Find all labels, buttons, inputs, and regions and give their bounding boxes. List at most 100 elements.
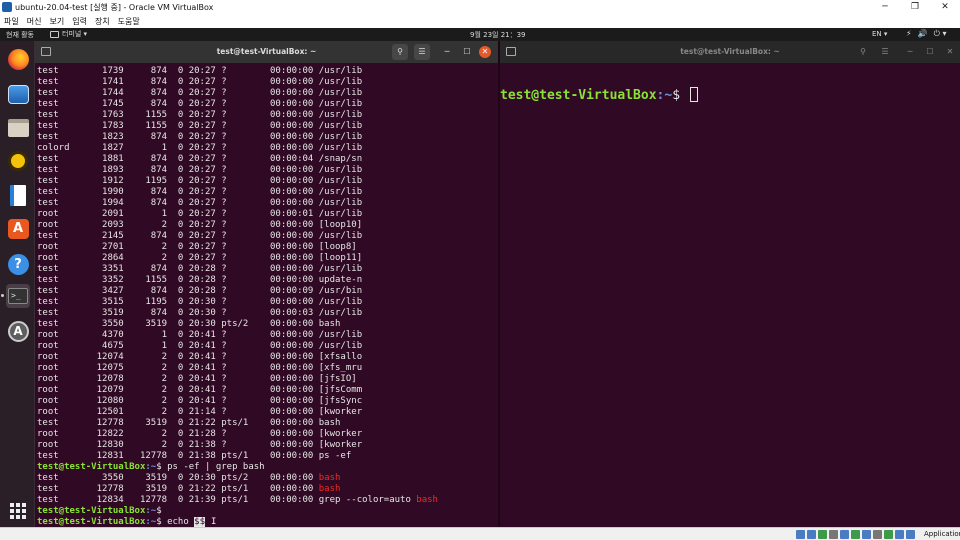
prompt-sign: $ bbox=[156, 462, 168, 472]
close-button[interactable]: ✕ bbox=[942, 44, 958, 60]
ps-output-row: test 12778 3519 0 21:22 pts/1 00:00:00 b… bbox=[37, 418, 341, 428]
gnome-top-bar: 현재 활동 터미널 ▾ 9월 23일 21：39 EN ▾ ⚡ 🔊 ⏻ ▾ bbox=[0, 28, 960, 41]
ps-output-row: test 1823 874 0 20:27 ? 00:00:00 /usr/li… bbox=[37, 132, 363, 142]
hamburger-menu-icon[interactable]: ☰ bbox=[877, 44, 893, 60]
updater-icon[interactable]: A bbox=[6, 319, 30, 343]
ps-output-row: test 1744 874 0 20:27 ? 00:00:00 /usr/li… bbox=[37, 88, 363, 98]
ps-output-row: root 2701 2 0 20:27 ? 00:00:00 [loop8] bbox=[37, 242, 357, 252]
power-icon: ⏻ ▾ bbox=[933, 29, 947, 38]
right-terminal-output[interactable]: test@test-VirtualBox:~$ bbox=[500, 65, 960, 527]
minimize-button[interactable]: ─ bbox=[902, 44, 918, 60]
hamburger-menu-icon[interactable]: ☰ bbox=[414, 44, 430, 60]
terminal-small-icon bbox=[50, 30, 59, 38]
grep-row-text: test 12778 3519 0 21:22 pts/1 00:00:00 bbox=[37, 484, 319, 494]
optical-icon bbox=[807, 530, 816, 539]
maximize-button[interactable]: ☐ bbox=[922, 44, 938, 60]
device-status-icons[interactable] bbox=[796, 530, 915, 539]
ps-output-row: test 12831 12778 0 21:38 pts/1 00:00:00 … bbox=[37, 451, 352, 461]
prompt-path: :~ bbox=[656, 88, 673, 103]
show-apps-icon[interactable] bbox=[6, 499, 30, 523]
menu-help[interactable]: 도움말 bbox=[118, 16, 140, 27]
vbox-statusbar: Application bbox=[0, 527, 960, 540]
usb-icon bbox=[840, 530, 849, 539]
left-terminal-output[interactable]: test 1739 874 0 20:27 ? 00:00:00 /usr/li… bbox=[37, 66, 492, 527]
mouse-integration-icon bbox=[884, 530, 893, 539]
grep-output-row: test 3550 3519 0 20:30 pts/2 00:00:00 ba… bbox=[37, 473, 492, 484]
window-title: ubuntu-20.04-test [실행 중] - Oracle VM Vir… bbox=[15, 2, 214, 12]
grep-row-text: test 3550 3519 0 20:30 pts/2 00:00:00 bbox=[37, 473, 319, 483]
menu-input[interactable]: 입력 bbox=[72, 16, 87, 27]
prompt-sign: $ bbox=[672, 88, 688, 103]
close-button[interactable]: ✕ bbox=[479, 46, 491, 58]
audio-icon bbox=[818, 530, 827, 539]
menu-machine[interactable]: 머신 bbox=[27, 16, 42, 27]
window-close-button[interactable]: ✕ bbox=[930, 0, 960, 14]
ps-output-row: test 1881 874 0 20:27 ? 00:00:04 /snap/s… bbox=[37, 154, 363, 164]
ps-output-row: test 3352 1155 0 20:28 ? 00:00:00 update… bbox=[37, 275, 363, 285]
menu-file[interactable]: 파일 bbox=[4, 16, 19, 27]
display-icon bbox=[862, 530, 871, 539]
network-status-icon bbox=[829, 530, 838, 539]
app-menu-label: 터미널 ▾ bbox=[62, 30, 88, 38]
window-maximize-button[interactable]: ❐ bbox=[900, 0, 930, 14]
system-tray[interactable]: ⚡ 🔊 ⏻ ▾ bbox=[906, 29, 946, 39]
ps-output-row: root 12822 2 0 21:28 ? 00:00:00 [kworker bbox=[37, 429, 363, 439]
app-menu[interactable]: 터미널 ▾ bbox=[50, 29, 87, 39]
ps-output-row: root 2093 2 0 20:27 ? 00:00:00 [loop10] bbox=[37, 220, 363, 230]
ps-output-row: test 1994 874 0 20:27 ? 00:00:00 /usr/li… bbox=[37, 198, 363, 208]
hdd-icon bbox=[796, 530, 805, 539]
terminal-icon[interactable]: >_ bbox=[1, 284, 30, 308]
firefox-icon[interactable] bbox=[6, 47, 30, 71]
minimize-button[interactable]: ─ bbox=[439, 44, 455, 60]
command-text: ps -ef | grep bash bbox=[167, 462, 265, 472]
grep-output-row: test 12778 3519 0 21:22 pts/1 00:00:00 b… bbox=[37, 484, 492, 495]
ps-output-row: test 3427 874 0 20:28 ? 00:00:09 /usr/bi… bbox=[37, 286, 363, 296]
maximize-button[interactable]: ☐ bbox=[459, 44, 475, 60]
ps-output-row: root 4370 1 0 20:41 ? 00:00:00 /usr/lib bbox=[37, 330, 363, 340]
ps-output-row: root 12830 2 0 21:38 ? 00:00:00 [kworker bbox=[37, 440, 363, 450]
ps-output-row: colord 1827 1 0 20:27 ? 00:00:00 /usr/li… bbox=[37, 143, 363, 153]
host-key-label: Application bbox=[924, 530, 960, 538]
recording-icon bbox=[873, 530, 882, 539]
prompt-line: test@test-VirtualBox:~$ bbox=[500, 87, 960, 104]
right-terminal-headerbar: test@test-VirtualBox: ~ ⚲ ☰ ─ ☐ ✕ bbox=[500, 41, 960, 63]
left-terminal[interactable]: test@test-VirtualBox: ~ ⚲ ☰ ─ ☐ ✕ test 1… bbox=[35, 41, 531, 540]
ps-output-row: test 1763 1155 0 20:27 ? 00:00:00 /usr/l… bbox=[37, 110, 363, 120]
grep-match: bash bbox=[416, 495, 438, 505]
ps-output-row: root 2864 2 0 20:27 ? 00:00:00 [loop11] bbox=[37, 253, 363, 263]
ps-output-row: test 1741 874 0 20:27 ? 00:00:00 /usr/li… bbox=[37, 77, 363, 87]
search-icon[interactable]: ⚲ bbox=[392, 44, 408, 60]
prompt-user: test@test-VirtualBox bbox=[37, 462, 146, 472]
window-minimize-button[interactable]: ─ bbox=[870, 0, 900, 14]
ps-output-row: test 1745 874 0 20:27 ? 00:00:00 /usr/li… bbox=[37, 99, 363, 109]
search-icon[interactable]: ⚲ bbox=[855, 44, 871, 60]
writer-icon[interactable] bbox=[6, 183, 30, 207]
clock[interactable]: 9월 23일 21：39 bbox=[470, 30, 526, 40]
software-icon[interactable]: A bbox=[6, 217, 30, 241]
activities-button[interactable]: 현재 활동 bbox=[6, 30, 34, 40]
prompt-user: test@test-VirtualBox bbox=[37, 517, 146, 527]
ps-output-row: root 12501 2 0 21:14 ? 00:00:00 [kworker bbox=[37, 407, 363, 417]
command-text: echo bbox=[167, 517, 195, 527]
ps-output-row: test 3351 874 0 20:28 ? 00:00:00 /usr/li… bbox=[37, 264, 363, 274]
ps-output-row: root 12080 2 0 20:41 ? 00:00:00 [jfsSync bbox=[37, 396, 363, 406]
prompt-path: :~ bbox=[145, 462, 157, 472]
menu-devices[interactable]: 장치 bbox=[95, 16, 110, 27]
ps-output-row: test 1893 874 0 20:27 ? 00:00:00 /usr/li… bbox=[37, 165, 363, 175]
ps-output-row: root 12074 2 0 20:41 ? 00:00:00 [xfsallo bbox=[37, 352, 363, 362]
thunderbird-icon[interactable] bbox=[6, 82, 30, 106]
rhythmbox-icon[interactable] bbox=[6, 149, 30, 173]
grep-match: bash bbox=[318, 473, 341, 483]
ps-output-row: root 4675 1 0 20:41 ? 00:00:00 /usr/lib bbox=[37, 341, 363, 351]
prompt-sign: $ bbox=[156, 506, 168, 516]
mouse-ibeam-cursor: I bbox=[211, 517, 217, 527]
files-icon[interactable] bbox=[6, 116, 30, 140]
network-icon: ⚡ bbox=[906, 29, 912, 38]
help-icon[interactable]: ? bbox=[6, 252, 30, 276]
ps-output-row: root 12075 2 0 20:41 ? 00:00:00 [xfs_mru bbox=[37, 363, 363, 373]
ps-output-row: test 3519 874 0 20:30 ? 00:00:03 /usr/li… bbox=[37, 308, 363, 318]
menu-view[interactable]: 보기 bbox=[49, 16, 64, 27]
right-terminal[interactable]: test@test-VirtualBox: ~ ⚲ ☰ ─ ☐ ✕ test@t… bbox=[500, 41, 960, 527]
ps-output-row: test 1783 1155 0 20:27 ? 00:00:00 /usr/l… bbox=[37, 121, 363, 131]
input-language[interactable]: EN ▾ bbox=[872, 30, 887, 38]
